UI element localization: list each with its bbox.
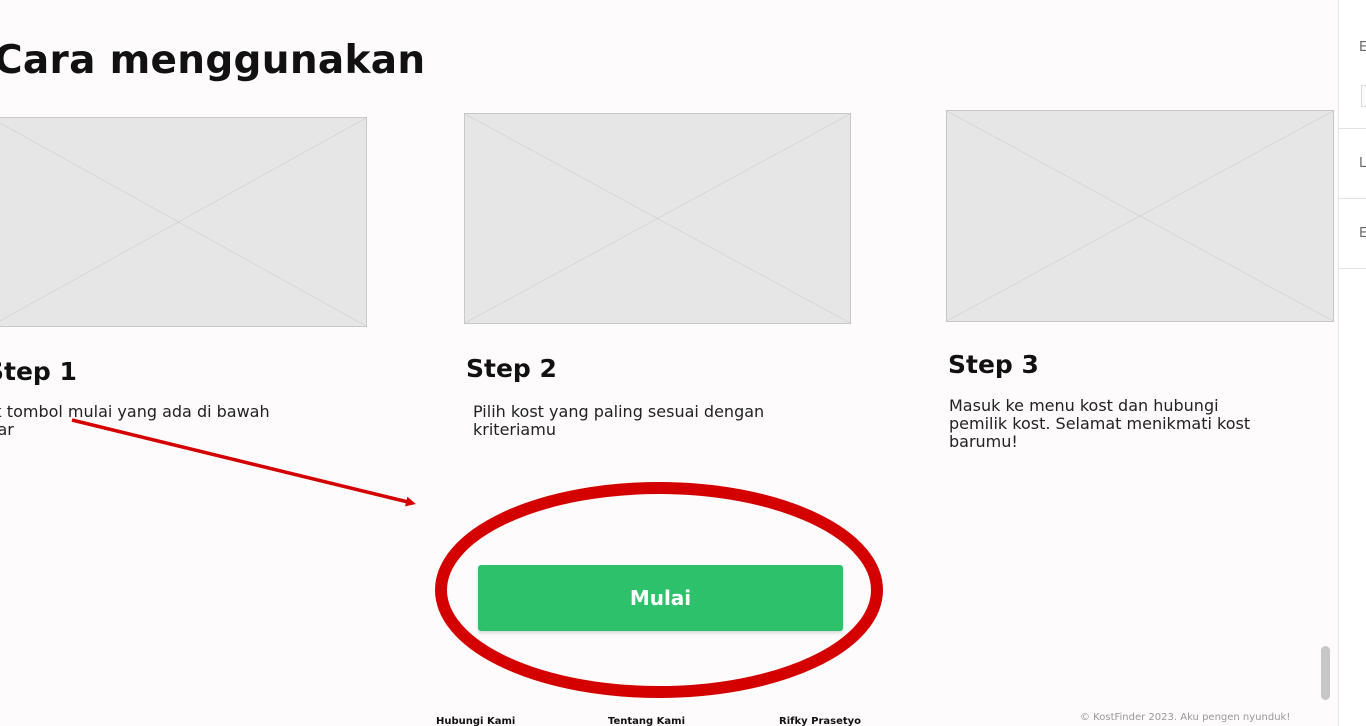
step-3-desc-text: Masuk ke menu kost dan hubungi pemilik k… bbox=[949, 396, 1251, 451]
page-title: Cara menggunakan bbox=[0, 38, 426, 84]
step-3-description: Masuk ke menu kost dan hubungi pemilik k… bbox=[949, 397, 1319, 451]
footer-link-tentang-kami[interactable]: Tentang Kami bbox=[608, 716, 685, 726]
footer-link-hubungi-kami[interactable]: Hubungi Kami bbox=[436, 716, 515, 726]
step-1-image-placeholder-icon bbox=[0, 117, 367, 327]
side-panel-label-3: E bbox=[1359, 226, 1366, 241]
step-2-image-placeholder-icon bbox=[464, 113, 851, 324]
side-panel-divider bbox=[1339, 268, 1366, 269]
step-2-desc-text: Pilih kost yang paling sesuai dengan kri… bbox=[473, 402, 765, 439]
side-panel: E L E bbox=[1338, 0, 1366, 726]
step-2-title: Step 2 bbox=[466, 354, 557, 383]
scrollbar-thumb[interactable] bbox=[1321, 646, 1330, 700]
step-3-title: Step 3 bbox=[948, 350, 1039, 379]
side-panel-divider bbox=[1339, 198, 1366, 199]
footer-copyright: © KostFinder 2023. Aku pengen nyunduk! bbox=[1080, 712, 1291, 723]
mulai-button[interactable]: Mulai bbox=[478, 565, 843, 631]
step-1-description: ik tombol mulai yang ada di bawah yar bbox=[0, 403, 388, 439]
footer-link-author[interactable]: Rifky Prasetyo bbox=[779, 716, 861, 726]
side-panel-input[interactable] bbox=[1361, 85, 1366, 107]
page: Cara menggunakan Step 1 ik tombol mulai … bbox=[0, 0, 1366, 726]
step-3-image-placeholder-icon bbox=[946, 110, 1334, 322]
side-panel-label-2: L bbox=[1359, 156, 1366, 171]
side-panel-label-1: E bbox=[1359, 40, 1366, 55]
step-1-title: Step 1 bbox=[0, 357, 77, 386]
step-2-description: Pilih kost yang paling sesuai dengan kri… bbox=[473, 403, 873, 439]
step-1-desc-text: ik tombol mulai yang ada di bawah yar bbox=[0, 402, 270, 439]
side-panel-divider bbox=[1339, 128, 1366, 129]
